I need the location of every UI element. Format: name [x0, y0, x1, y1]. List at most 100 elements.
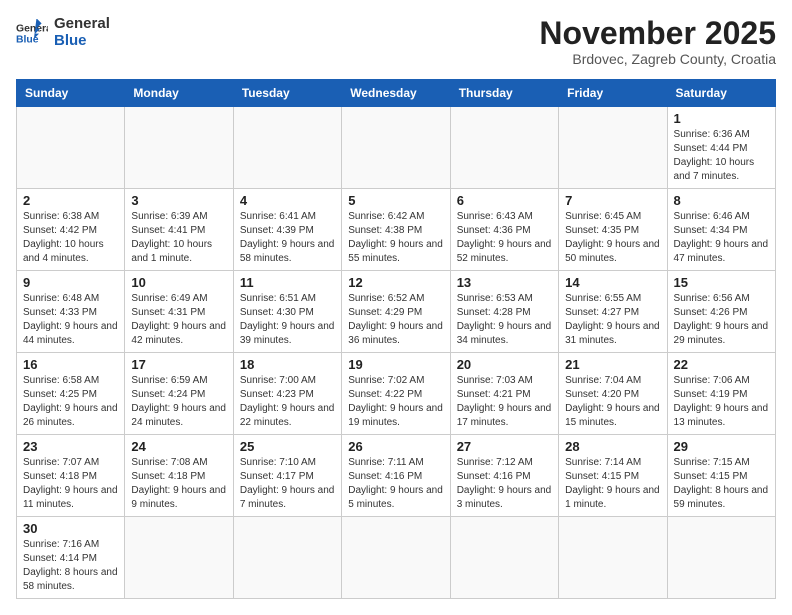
- day-number: 7: [565, 193, 660, 208]
- weekday-header-thursday: Thursday: [450, 80, 558, 107]
- day-number: 25: [240, 439, 335, 454]
- calendar-cell: [125, 517, 233, 599]
- day-number: 22: [674, 357, 769, 372]
- day-number: 20: [457, 357, 552, 372]
- day-number: 10: [131, 275, 226, 290]
- day-info: Sunrise: 7:08 AM Sunset: 4:18 PM Dayligh…: [131, 456, 226, 512]
- calendar-cell: 19Sunrise: 7:02 AM Sunset: 4:22 PM Dayli…: [342, 353, 450, 435]
- calendar-cell: 14 Sunrise: 6:55 AM Sunset: 4:27 PM Dayli…: [559, 271, 667, 353]
- calendar-cell: [342, 107, 450, 189]
- calendar-cell: [559, 107, 667, 189]
- calendar-week-3: 9Sunrise: 6:48 AM Sunset: 4:33 PM Daylig…: [17, 271, 776, 353]
- day-number: 17: [131, 357, 226, 372]
- day-info: Sunrise: 6:38 AM Sunset: 4:42 PM Dayligh…: [23, 210, 118, 266]
- logo-blue: Blue: [54, 33, 110, 50]
- day-info: Sunrise: 7:11 AM Sunset: 4:16 PM Dayligh…: [348, 456, 443, 512]
- calendar-cell: 30Sunrise: 7:16 AM Sunset: 4:14 PM Dayli…: [17, 517, 125, 599]
- calendar-cell: 9Sunrise: 6:48 AM Sunset: 4:33 PM Daylig…: [17, 271, 125, 353]
- weekday-header-wednesday: Wednesday: [342, 80, 450, 107]
- day-number: 27: [457, 439, 552, 454]
- day-number: 14: [565, 275, 660, 290]
- day-info: Sunrise: 6:43 AM Sunset: 4:36 PM Dayligh…: [457, 210, 552, 266]
- calendar-cell: 20 Sunrise: 7:03 AM Sunset: 4:21 PM Dayli…: [450, 353, 558, 435]
- day-info: Sunrise: 7:00 AM Sunset: 4:23 PM Dayligh…: [240, 374, 335, 430]
- calendar-cell: 26Sunrise: 7:11 AM Sunset: 4:16 PM Dayli…: [342, 435, 450, 517]
- day-info: Sunrise: 7:10 AM Sunset: 4:17 PM Dayligh…: [240, 456, 335, 512]
- day-info: Sunrise: 7:02 AM Sunset: 4:22 PM Dayligh…: [348, 374, 443, 430]
- day-info: Sunrise: 7:03 AM Sunset: 4:21 PM Dayligh…: [457, 374, 552, 430]
- calendar-cell: 16Sunrise: 6:58 AM Sunset: 4:25 PM Dayli…: [17, 353, 125, 435]
- logo-icon: General Blue: [16, 19, 48, 47]
- calendar-cell: 21 Sunrise: 7:04 AM Sunset: 4:20 PM Dayli…: [559, 353, 667, 435]
- day-info: Sunrise: 7:06 AM Sunset: 4:19 PM Dayligh…: [674, 374, 769, 430]
- calendar-cell: 2Sunrise: 6:38 AM Sunset: 4:42 PM Daylig…: [17, 189, 125, 271]
- calendar-cell: 25 Sunrise: 7:10 AM Sunset: 4:17 PM Dayli…: [233, 435, 341, 517]
- calendar-cell: 3 Sunrise: 6:39 AM Sunset: 4:41 PM Daylig…: [125, 189, 233, 271]
- logo: General Blue General Blue: [16, 16, 110, 49]
- day-number: 18: [240, 357, 335, 372]
- day-info: Sunrise: 6:41 AM Sunset: 4:39 PM Dayligh…: [240, 210, 335, 266]
- day-info: Sunrise: 6:53 AM Sunset: 4:28 PM Dayligh…: [457, 292, 552, 348]
- calendar-week-2: 2Sunrise: 6:38 AM Sunset: 4:42 PM Daylig…: [17, 189, 776, 271]
- calendar-cell: 12Sunrise: 6:52 AM Sunset: 4:29 PM Dayli…: [342, 271, 450, 353]
- day-info: Sunrise: 6:45 AM Sunset: 4:35 PM Dayligh…: [565, 210, 660, 266]
- day-number: 15: [674, 275, 769, 290]
- calendar-cell: 11Sunrise: 6:51 AM Sunset: 4:30 PM Dayli…: [233, 271, 341, 353]
- weekday-header-tuesday: Tuesday: [233, 80, 341, 107]
- day-info: Sunrise: 6:51 AM Sunset: 4:30 PM Dayligh…: [240, 292, 335, 348]
- day-number: 21: [565, 357, 660, 372]
- calendar-cell: 23Sunrise: 7:07 AM Sunset: 4:18 PM Dayli…: [17, 435, 125, 517]
- page-header: General Blue General Blue November 2025 …: [16, 16, 776, 67]
- month-title: November 2025: [539, 16, 776, 51]
- day-info: Sunrise: 7:15 AM Sunset: 4:15 PM Dayligh…: [674, 456, 769, 512]
- weekday-header-friday: Friday: [559, 80, 667, 107]
- calendar-cell: [125, 107, 233, 189]
- calendar-cell: 4 Sunrise: 6:41 AM Sunset: 4:39 PM Daylig…: [233, 189, 341, 271]
- calendar-cell: 8Sunrise: 6:46 AM Sunset: 4:34 PM Daylig…: [667, 189, 775, 271]
- day-info: Sunrise: 7:04 AM Sunset: 4:20 PM Dayligh…: [565, 374, 660, 430]
- day-number: 13: [457, 275, 552, 290]
- logo-general: General: [54, 16, 110, 33]
- calendar-cell: [17, 107, 125, 189]
- calendar-week-5: 23Sunrise: 7:07 AM Sunset: 4:18 PM Dayli…: [17, 435, 776, 517]
- day-number: 3: [131, 193, 226, 208]
- day-number: 28: [565, 439, 660, 454]
- calendar-cell: [450, 517, 558, 599]
- calendar-cell: [342, 517, 450, 599]
- day-number: 24: [131, 439, 226, 454]
- weekday-header-saturday: Saturday: [667, 80, 775, 107]
- day-info: Sunrise: 7:12 AM Sunset: 4:16 PM Dayligh…: [457, 456, 552, 512]
- day-number: 4: [240, 193, 335, 208]
- calendar-week-4: 16Sunrise: 6:58 AM Sunset: 4:25 PM Dayli…: [17, 353, 776, 435]
- calendar-week-6: 30Sunrise: 7:16 AM Sunset: 4:14 PM Dayli…: [17, 517, 776, 599]
- calendar-cell: [559, 517, 667, 599]
- svg-text:General: General: [16, 23, 48, 34]
- day-info: Sunrise: 7:07 AM Sunset: 4:18 PM Dayligh…: [23, 456, 118, 512]
- day-info: Sunrise: 6:39 AM Sunset: 4:41 PM Dayligh…: [131, 210, 226, 266]
- calendar-cell: 17Sunrise: 6:59 AM Sunset: 4:24 PM Dayli…: [125, 353, 233, 435]
- day-number: 16: [23, 357, 118, 372]
- calendar-table: SundayMondayTuesdayWednesdayThursdayFrid…: [16, 79, 776, 599]
- calendar-cell: 24 Sunrise: 7:08 AM Sunset: 4:18 PM Dayli…: [125, 435, 233, 517]
- day-info: Sunrise: 7:16 AM Sunset: 4:14 PM Dayligh…: [23, 538, 118, 594]
- day-number: 9: [23, 275, 118, 290]
- calendar-week-1: 1Sunrise: 6:36 AM Sunset: 4:44 PM Daylig…: [17, 107, 776, 189]
- day-info: Sunrise: 7:14 AM Sunset: 4:15 PM Dayligh…: [565, 456, 660, 512]
- day-info: Sunrise: 6:42 AM Sunset: 4:38 PM Dayligh…: [348, 210, 443, 266]
- calendar-cell: 22 Sunrise: 7:06 AM Sunset: 4:19 PM Dayli…: [667, 353, 775, 435]
- calendar-cell: [233, 107, 341, 189]
- calendar-cell: 18 Sunrise: 7:00 AM Sunset: 4:23 PM Dayli…: [233, 353, 341, 435]
- calendar-cell: 29Sunrise: 7:15 AM Sunset: 4:15 PM Dayli…: [667, 435, 775, 517]
- calendar-cell: 13 Sunrise: 6:53 AM Sunset: 4:28 PM Dayli…: [450, 271, 558, 353]
- title-block: November 2025 Brdovec, Zagreb County, Cr…: [539, 16, 776, 67]
- day-number: 5: [348, 193, 443, 208]
- day-number: 1: [674, 111, 769, 126]
- weekday-header-sunday: Sunday: [17, 80, 125, 107]
- day-number: 8: [674, 193, 769, 208]
- calendar-cell: [233, 517, 341, 599]
- day-info: Sunrise: 6:55 AM Sunset: 4:27 PM Dayligh…: [565, 292, 660, 348]
- weekday-header-row: SundayMondayTuesdayWednesdayThursdayFrid…: [17, 80, 776, 107]
- day-number: 6: [457, 193, 552, 208]
- day-number: 12: [348, 275, 443, 290]
- day-info: Sunrise: 6:56 AM Sunset: 4:26 PM Dayligh…: [674, 292, 769, 348]
